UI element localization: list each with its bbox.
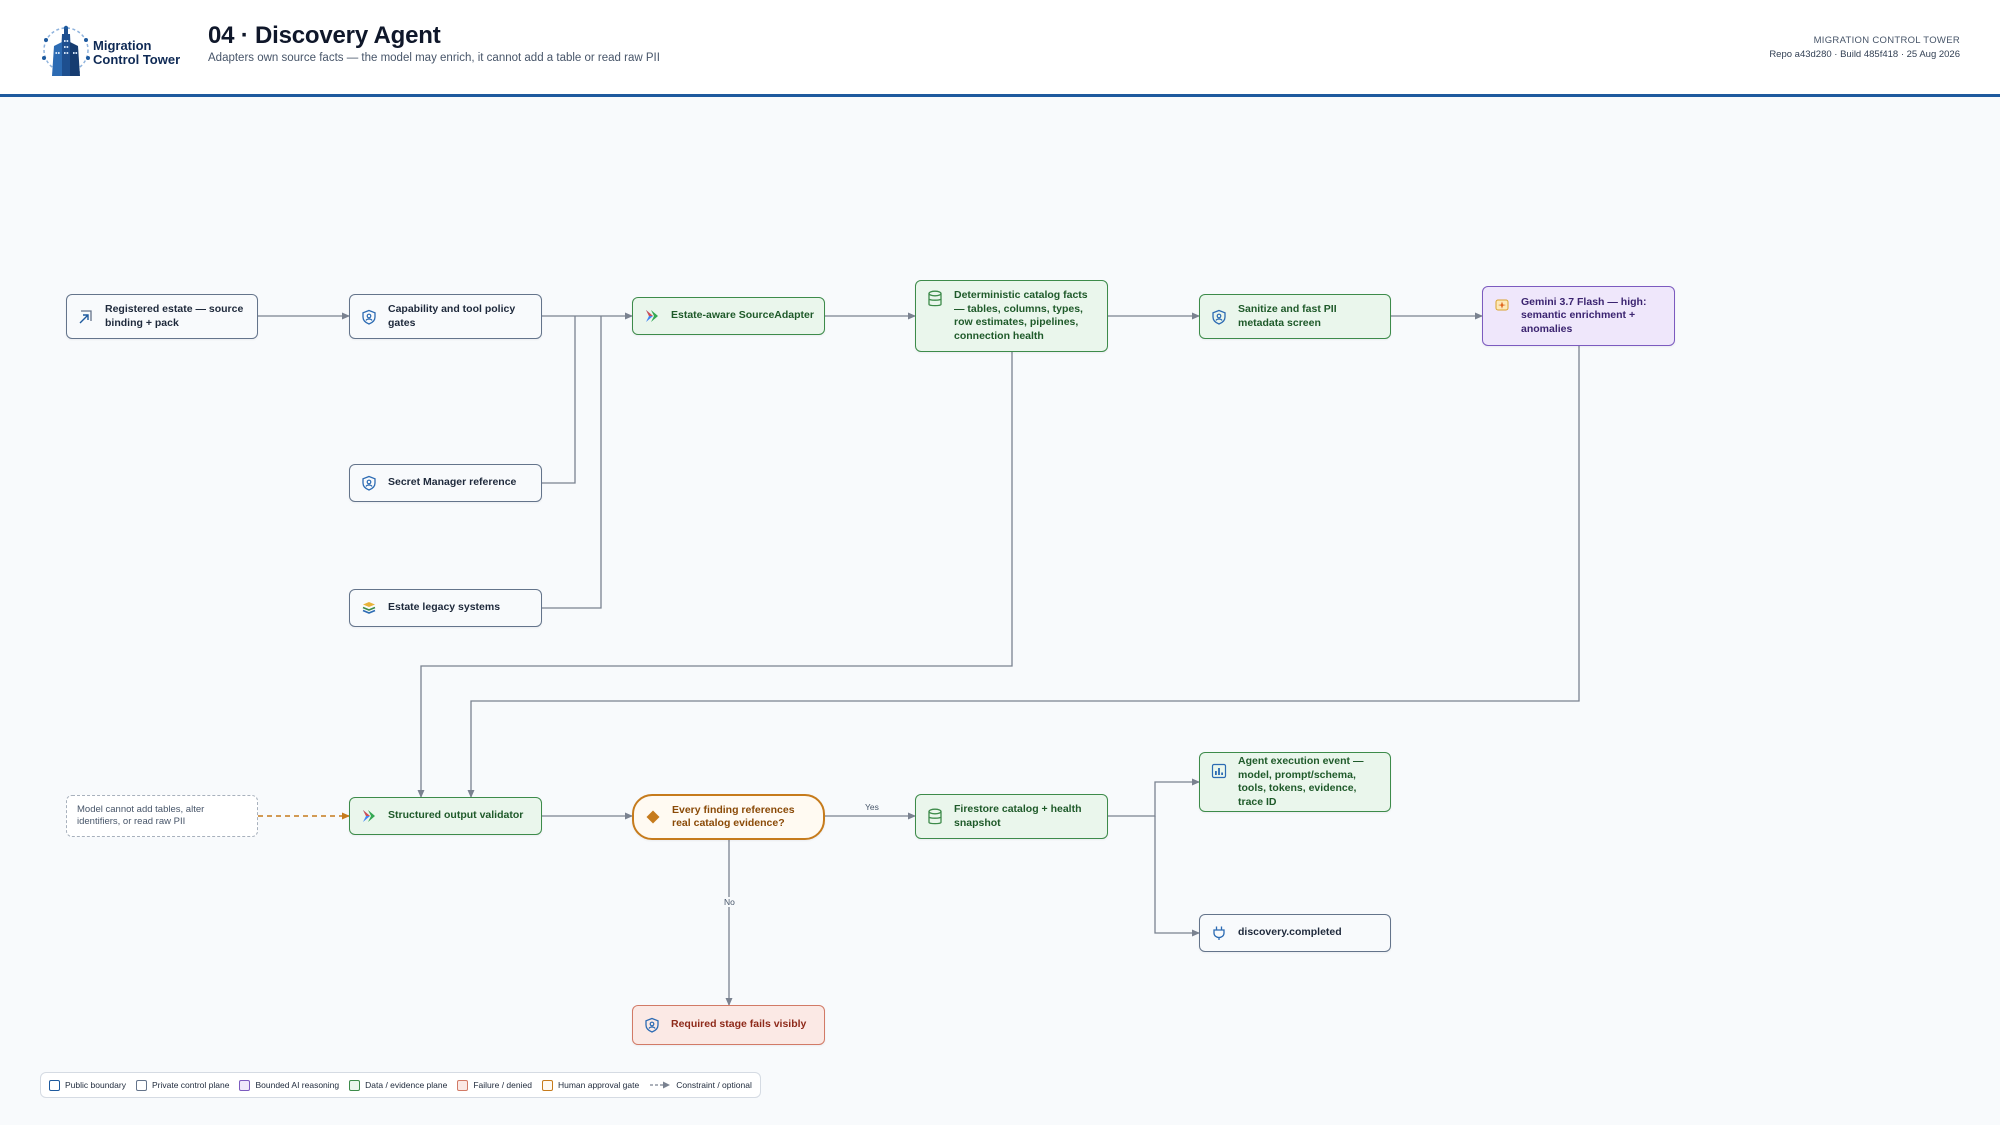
node-label: Agent execution event — model, prompt/sc…: [1238, 755, 1364, 808]
edge-legacy-to-adapter: [542, 316, 602, 609]
shield-icon: [1210, 308, 1228, 326]
plug-icon: [1210, 924, 1228, 942]
legend-item-public: Public boundary: [49, 1079, 126, 1091]
edge-gemini-to-validator: [467, 346, 1580, 798]
shield-icon: [643, 1016, 661, 1034]
diagram-connectors: [258, 312, 1580, 1006]
diamond-icon: [644, 808, 662, 826]
node-label: Structured output validator: [388, 809, 524, 822]
node-label: Required stage fails visibly: [671, 1018, 807, 1031]
node-capability-gates[interactable]: Capability and tool policy gates: [349, 294, 542, 339]
database-icon: [926, 290, 944, 308]
legend-label: Data / evidence plane: [365, 1080, 448, 1090]
shield-icon: [360, 308, 378, 326]
legend-swatch-approval: [541, 1079, 553, 1091]
legend-swatch-private: [135, 1079, 147, 1091]
edge-secret-to-adapter: [542, 316, 576, 484]
legend-swatch-failure: [457, 1079, 469, 1091]
legend-item-constraint: Constraint / optional: [649, 1080, 752, 1090]
edge-firestore-to-event: [1108, 778, 1200, 817]
node-label: Every finding references real catalog ev…: [672, 803, 795, 830]
legend-label: Human approval gate: [557, 1080, 640, 1090]
dashed-arrow-icon: [650, 1081, 671, 1089]
node-validator[interactable]: Structured output validator: [349, 797, 542, 835]
chart-icon: [1210, 762, 1228, 780]
node-label: Sanitize and fast PII metadata screen: [1238, 303, 1337, 329]
node-registered-estate[interactable]: Registered estate — source binding + pac…: [66, 294, 258, 339]
node-label: Estate legacy systems: [388, 601, 501, 614]
shield-icon: [360, 474, 378, 492]
cloud-run-icon: [360, 807, 378, 825]
legend-swatch-public: [49, 1079, 60, 1091]
node-constraint-note: Model cannot add tables, alter identifie…: [66, 795, 258, 837]
node-label: discovery.completed: [1238, 926, 1342, 939]
legend-swatch-data: [349, 1079, 361, 1091]
ai-spark-icon: [1493, 296, 1511, 314]
node-label: Registered estate — source binding + pac…: [105, 303, 244, 329]
arrow-up-left-icon: [77, 308, 95, 326]
node-label: Capability and tool policy gates: [388, 303, 516, 329]
node-stage-fails[interactable]: Required stage fails visibly: [632, 1005, 825, 1045]
node-label: Firestore catalog + health snapshot: [954, 803, 1082, 829]
legend-item-approval: Human approval gate: [541, 1079, 640, 1091]
legend-label: Constraint / optional: [676, 1080, 752, 1090]
node-secret-manager[interactable]: Secret Manager reference: [349, 464, 542, 502]
legend-item-failure: Failure / denied: [457, 1079, 532, 1091]
node-catalog-facts[interactable]: Deterministic catalog facts — tables, co…: [915, 280, 1108, 352]
legend-item-private: Private control plane: [135, 1079, 230, 1091]
layers-icon: [360, 599, 378, 617]
node-firestore[interactable]: Firestore catalog + health snapshot: [915, 794, 1108, 839]
edge-label-no: No: [722, 897, 737, 907]
node-execution-event[interactable]: Agent execution event — model, prompt/sc…: [1199, 752, 1391, 812]
legend: Public boundary Private control plane Bo…: [40, 1072, 761, 1098]
edge-label-yes: Yes: [863, 802, 881, 812]
node-gemini[interactable]: Gemini 3.7 Flash — high: semantic enrich…: [1482, 286, 1675, 346]
legend-label: Bounded AI reasoning: [255, 1080, 340, 1090]
legend-item-ai: Bounded AI reasoning: [239, 1079, 340, 1091]
edge-firestore-to-completed: [1154, 816, 1200, 937]
edge-facts-to-validator: [417, 352, 1013, 798]
node-legacy-systems[interactable]: Estate legacy systems: [349, 589, 542, 627]
node-label: Deterministic catalog facts — tables, co…: [954, 289, 1088, 342]
node-label: Secret Manager reference: [388, 476, 517, 489]
legend-label: Failure / denied: [473, 1080, 532, 1090]
node-discovery-completed[interactable]: discovery.completed: [1199, 914, 1391, 952]
node-label: Model cannot add tables, alter identifie…: [77, 804, 205, 827]
node-label: Estate-aware SourceAdapter: [671, 309, 814, 322]
node-decision[interactable]: Every finding references real catalog ev…: [632, 794, 825, 840]
database-icon: [926, 808, 944, 826]
node-pii-screen[interactable]: Sanitize and fast PII metadata screen: [1199, 294, 1391, 339]
legend-swatch-ai: [239, 1079, 251, 1091]
cloud-run-icon: [643, 307, 661, 325]
legend-item-data: Data / evidence plane: [349, 1079, 448, 1091]
node-label: Gemini 3.7 Flash — high: semantic enrich…: [1521, 295, 1647, 335]
legend-label: Public boundary: [65, 1080, 126, 1090]
legend-label: Private control plane: [151, 1080, 230, 1090]
node-source-adapter[interactable]: Estate-aware SourceAdapter: [632, 297, 825, 335]
